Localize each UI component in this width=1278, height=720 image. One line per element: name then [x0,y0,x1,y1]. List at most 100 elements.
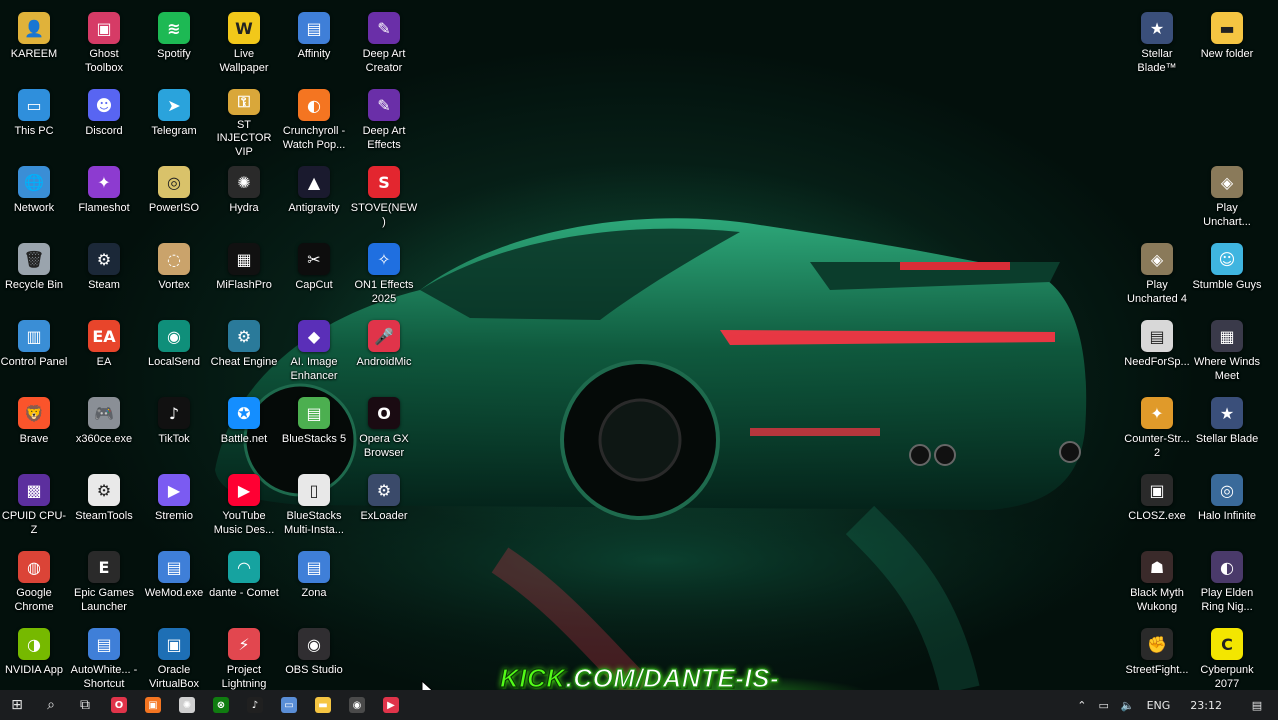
desktop-icon[interactable]: ⚙ ExLoader [349,470,419,544]
xbox-taskbar-icon[interactable]: ⊗ [204,690,238,720]
desktop-icon[interactable]: EA EA [69,316,139,390]
desktop-icon[interactable]: ▤ NeedForSp... [1122,316,1192,390]
task-view-icon[interactable]: ⧉ [68,690,102,720]
desktop-icon[interactable]: 🎮 x360ce.exe [69,393,139,467]
desktop-icon[interactable]: ⚙ Cheat Engine [209,316,279,390]
desktop-icon[interactable]: ★ Stellar Blade™ [1122,8,1192,82]
desktop-icon[interactable]: ◌ Vortex [139,239,209,313]
language-indicator[interactable]: ENG [1141,690,1177,720]
flameshot-icon: ✦ [88,166,120,198]
youtube-music-taskbar-icon[interactable]: ▶ [374,690,408,720]
opera-gx-taskbar-icon[interactable]: O [102,690,136,720]
volume-icon[interactable]: 🔈 [1115,690,1141,720]
desktop-icon[interactable]: ◐ Play Elden Ring Nig... [1192,547,1262,621]
desktop-icon[interactable]: ✎ Deep Art Effects [349,85,419,159]
poweriso-icon: ◎ [158,166,190,198]
desktop-icon[interactable]: ▣ Ghost Toolbox [69,8,139,82]
desktop-icon[interactable]: 🦁 Brave [0,393,69,467]
desktop-icon[interactable]: ▣ CLOSZ.exe [1122,470,1192,544]
desktop-icon[interactable]: W Live Wallpaper [209,8,279,82]
desktop-icon[interactable]: ▲ Antigravity [279,162,349,236]
desktop-icon[interactable]: ◉ LocalSend [139,316,209,390]
desktop-icon[interactable]: ◎ PowerISO [139,162,209,236]
desktop-icon[interactable]: ▶ YouTube Music Des... [209,470,279,544]
opera-gx-icon: O [368,397,400,429]
desktop-icon[interactable]: ◠ dante - Comet [209,547,279,621]
desktop-icon-label: Antigravity [288,202,340,214]
desktop-icon[interactable]: ◈ Play Uncharted 4 [1122,239,1192,313]
desktop-icon[interactable]: ▦ Where Winds Meet [1192,316,1262,390]
desktop-icon-label: PowerISO [148,202,200,214]
keyboard-taskbar-icon[interactable]: ▭ [272,690,306,720]
desktop-icon[interactable]: ▥ Control Panel [0,316,69,390]
desktop-icon[interactable]: ◑ NVIDIA App [0,624,69,698]
desktop-icon[interactable]: C Cyberpunk 2077 [1192,624,1262,698]
desktop-icon[interactable]: E Epic Games Launcher [69,547,139,621]
desktop-icon[interactable]: ★ Stellar Blade [1192,393,1262,467]
desktop-icon[interactable]: ≋ Spotify [139,8,209,82]
desktop-icon[interactable]: ◍ Google Chrome [0,547,69,621]
desktop-icon[interactable]: ▤ AutoWhite... - Shortcut [69,624,139,698]
desktop-icon[interactable]: ⚙ Steam [69,239,139,313]
desktop-icon[interactable]: ▶ Stremio [139,470,209,544]
desktop-icon[interactable]: ▤ BlueStacks 5 [279,393,349,467]
desktop-icon[interactable]: 🎤 AndroidMic [349,316,419,390]
desktop-icon[interactable]: ☻ Discord [69,85,139,159]
ghost-toolbox-icon: ▣ [88,12,120,44]
desktop-icon[interactable]: ♪ TikTok [139,393,209,467]
desktop-icon[interactable]: ◆ AI. Image Enhancer [279,316,349,390]
desktop-icon[interactable]: ✦ Counter-Str... 2 [1122,393,1192,467]
desktop-icon[interactable]: ◐ Crunchyroll - Watch Pop... [279,85,349,159]
desktop-icon[interactable]: S STOVE(NEW) [349,162,419,236]
desktop-icon[interactable]: ▯ BlueStacks Multi-Insta... [279,470,349,544]
file-explorer-taskbar-icon[interactable]: ▬ [306,690,340,720]
desktop-icon[interactable]: ✎ Deep Art Creator [349,8,419,82]
search-icon[interactable]: ⌕ [34,690,68,720]
battlenet-icon: ✪ [228,397,260,429]
cheat-engine-icon: ⚙ [228,320,260,352]
chatgpt-taskbar-icon[interactable]: ✺ [170,690,204,720]
desktop-icon[interactable]: ✺ Hydra [209,162,279,236]
desktop-icon[interactable]: ▣ Oracle VirtualBox [139,624,209,698]
desktop-icon[interactable]: ✧ ON1 Effects 2025 [349,239,419,313]
desktop-icon[interactable]: ◈ Play Unchart... [1192,162,1262,236]
desktop-icon[interactable]: ⚙ SteamTools [69,470,139,544]
desktop-icon[interactable]: ⚿ ST INJECTOR VIP [209,85,279,159]
desktop-icon[interactable]: ⚡ Project Lightning [209,624,279,698]
desktop-icon[interactable]: ✪ Battle.net [209,393,279,467]
desktop-icon[interactable]: ▤ Affinity [279,8,349,82]
desktop-icon[interactable]: ◎ Halo Infinite [1192,470,1262,544]
desktop-icon[interactable]: ▭ This PC [0,85,69,159]
notification-icon[interactable]: ▤ [1236,690,1278,720]
network-tray-icon[interactable]: ▭ [1092,690,1114,720]
desktop-icon[interactable]: ▤ Zona [279,547,349,621]
hydra-icon: ✺ [228,166,260,198]
desktop-icon[interactable]: ➤ Telegram [139,85,209,159]
app-orange-taskbar-icon[interactable]: ▣ [136,690,170,720]
desktop-icon[interactable]: ✦ Flameshot [69,162,139,236]
desktop-icon[interactable]: ▦ MiFlashPro [209,239,279,313]
desktop-icon[interactable]: ▩ CPUID CPU-Z [0,470,69,544]
tiktok-taskbar-icon[interactable]: ♪ [238,690,272,720]
desktop-icon[interactable]: ▬ New folder [1192,8,1262,82]
vortex-icon: ◌ [158,243,190,275]
localsend-icon: ◉ [158,320,190,352]
street-fighter-icon: ✊ [1141,628,1173,660]
chevron-up-icon[interactable]: ⌃ [1071,690,1092,720]
desktop-icon[interactable]: ▤ WeMod.exe [139,547,209,621]
steamtools-icon: ⚙ [88,474,120,506]
obs-taskbar-icon[interactable]: ◉ [340,690,374,720]
desktop-icon[interactable]: ◉ OBS Studio [279,624,349,698]
desktop-icon[interactable]: 🗑 Recycle Bin [0,239,69,313]
desktop-icon-label: Play Unchart... [1203,202,1251,228]
desktop-icon[interactable]: ✊ StreetFight... [1122,624,1192,698]
desktop-icon[interactable]: ☺ Stumble Guys [1192,239,1262,313]
clock[interactable]: 23:12 [1176,690,1236,720]
windows-start-icon[interactable]: ⊞ [0,690,34,720]
desktop-icon[interactable]: ✂ CapCut [279,239,349,313]
desktop-icon-label: LocalSend [148,356,200,368]
desktop-icon[interactable]: ☗ Black Myth Wukong [1122,547,1192,621]
desktop-icon[interactable]: 🌐 Network [0,162,69,236]
desktop-icon[interactable]: O Opera GX Browser [349,393,419,467]
desktop-icon[interactable]: 👤 KAREEM [0,8,69,82]
